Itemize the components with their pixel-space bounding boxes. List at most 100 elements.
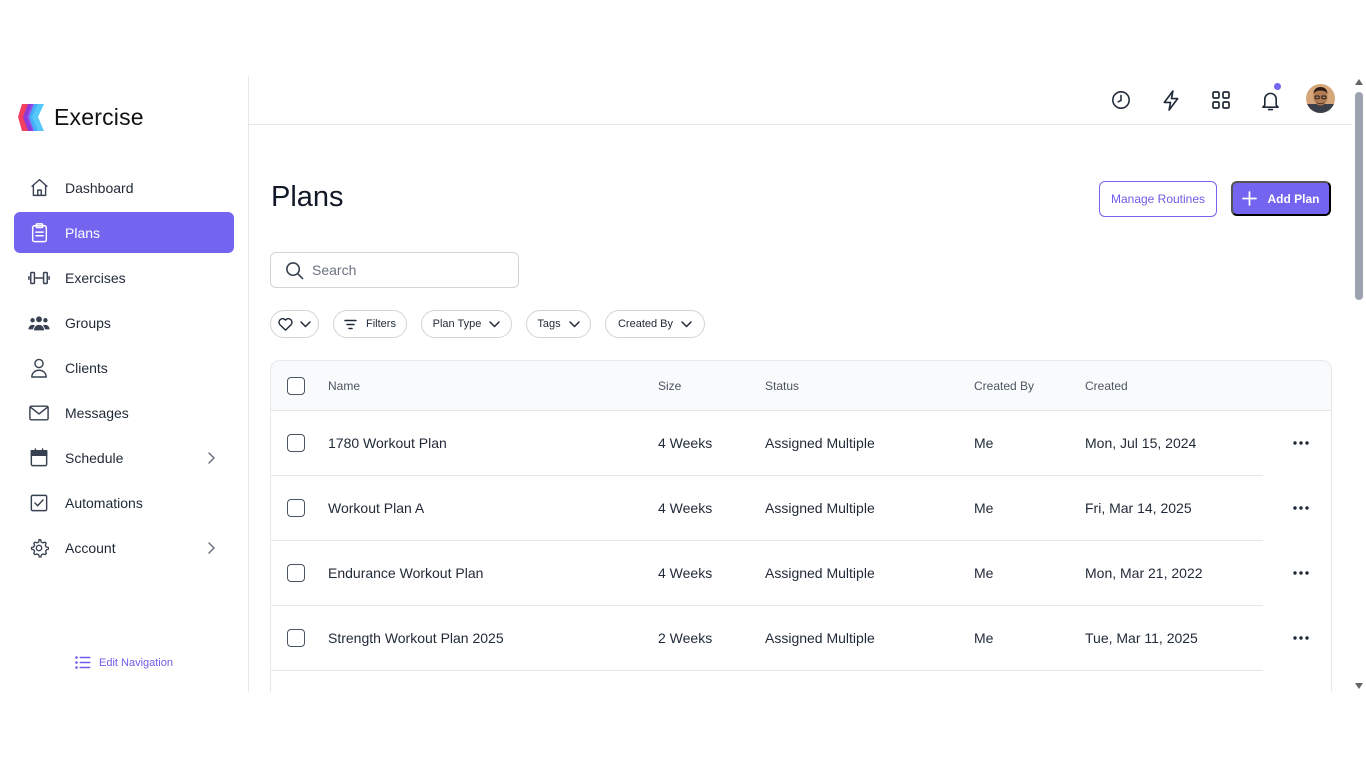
notification-dot [1274, 83, 1281, 90]
more-options-icon[interactable] [1290, 563, 1312, 583]
sidebar-item-exercises[interactable]: Exercises [14, 257, 234, 298]
sidebar-item-label: Automations [65, 494, 143, 511]
gear-icon [28, 537, 50, 559]
plan-created-by: Me [974, 630, 994, 646]
heart-icon [278, 317, 293, 331]
plan-created-date: Tue, Mar 11, 2025 [1085, 630, 1198, 646]
plan-created-date: Fri, Mar 14, 2025 [1085, 500, 1192, 516]
plan-created-by: Me [974, 565, 994, 581]
filter-lines-icon [344, 319, 357, 329]
brand[interactable]: Exercise [18, 103, 144, 132]
sidebar-item-clients[interactable]: Clients [14, 347, 234, 388]
column-header-size[interactable]: Size [658, 379, 681, 393]
plan-name[interactable]: Workout Plan A [328, 500, 424, 516]
home-icon [28, 177, 50, 199]
row-checkbox[interactable] [287, 499, 305, 517]
sidebar-item-automations[interactable]: Automations [14, 482, 234, 523]
main-content: Plans Manage Routines Add Plan Filters P… [249, 125, 1352, 692]
sidebar-item-label: Account [65, 539, 116, 556]
chevron-down-icon [681, 320, 692, 327]
search-box [270, 252, 519, 288]
sidebar-item-dashboard[interactable]: Dashboard [14, 167, 234, 208]
users-icon [28, 312, 50, 334]
sidebar-item-label: Schedule [65, 449, 124, 466]
created-by-label: Created By [617, 318, 674, 330]
search-icon [286, 261, 304, 279]
plan-type-dropdown[interactable]: Plan Type [421, 310, 512, 338]
plan-size: 4 Weeks [658, 500, 713, 516]
table-header: Name Size Status Created By Created [271, 361, 1331, 411]
more-options-icon[interactable] [1290, 498, 1312, 518]
row-checkbox[interactable] [287, 564, 305, 582]
tags-dropdown[interactable]: Tags [526, 310, 591, 338]
table-row[interactable]: Workout Plan A 4 Weeks Assigned Multiple… [271, 476, 1331, 541]
sidebar-item-messages[interactable]: Messages [14, 392, 234, 433]
plan-name[interactable]: 1780 Workout Plan [328, 435, 447, 451]
bell-icon[interactable] [1258, 83, 1282, 112]
scroll-down-arrow-icon[interactable] [1355, 683, 1363, 689]
plan-created-date: Mon, Jul 15, 2024 [1085, 435, 1197, 451]
sidebar-item-groups[interactable]: Groups [14, 302, 234, 343]
table-row[interactable]: 1780 Workout Plan 4 Weeks Assigned Multi… [271, 411, 1331, 476]
mail-icon [28, 402, 50, 424]
plan-name[interactable]: Endurance Workout Plan [328, 565, 483, 581]
add-plan-button[interactable]: Add Plan [1231, 181, 1331, 216]
edit-navigation-link[interactable]: Edit Navigation [75, 656, 173, 669]
topbar [249, 76, 1352, 125]
sidebar-item-account[interactable]: Account [14, 527, 234, 568]
chevron-right-icon [208, 542, 215, 554]
plan-created-by: Me [974, 435, 994, 451]
edit-navigation-label: Edit Navigation [99, 656, 173, 669]
user-icon [28, 357, 50, 379]
app-window: Exercise Dashboard Plans Exercises Group… [0, 76, 1366, 692]
sidebar-item-schedule[interactable]: Schedule [14, 437, 234, 478]
column-header-created[interactable]: Created [1085, 379, 1128, 393]
more-options-icon[interactable] [1290, 433, 1312, 453]
plan-created-by: Me [974, 500, 994, 516]
avatar[interactable] [1306, 84, 1335, 113]
plan-size: 2 Weeks [658, 630, 713, 646]
clipboard-icon [28, 222, 50, 244]
filters-label: Filters [366, 318, 396, 330]
lightning-icon[interactable] [1159, 88, 1183, 112]
sidebar-item-label: Dashboard [65, 179, 134, 196]
select-all-checkbox[interactable] [287, 377, 305, 395]
scroll-up-arrow-icon[interactable] [1355, 79, 1363, 85]
manage-routines-button[interactable]: Manage Routines [1099, 181, 1217, 217]
search-input[interactable] [312, 262, 502, 278]
plan-size: 4 Weeks [658, 435, 713, 451]
row-checkbox[interactable] [287, 434, 305, 452]
clock-icon[interactable] [1109, 88, 1133, 112]
column-header-name[interactable]: Name [328, 379, 360, 393]
table-row[interactable] [271, 671, 1331, 692]
plan-name[interactable]: Strength Workout Plan 2025 [328, 630, 504, 646]
chevron-down-icon [300, 320, 311, 327]
filters-button[interactable]: Filters [333, 310, 407, 338]
scroll-thumb[interactable] [1355, 92, 1363, 300]
plan-status: Assigned Multiple [765, 630, 875, 646]
column-header-status[interactable]: Status [765, 379, 799, 393]
column-header-created-by[interactable]: Created By [974, 379, 1034, 393]
plan-created-date: Mon, Mar 21, 2022 [1085, 565, 1203, 581]
created-by-dropdown[interactable]: Created By [605, 310, 705, 338]
sidebar-item-label: Clients [65, 359, 108, 376]
check-square-icon [28, 492, 50, 514]
sidebar-item-plans[interactable]: Plans [14, 212, 234, 253]
plan-status: Assigned Multiple [765, 435, 875, 451]
row-checkbox[interactable] [287, 629, 305, 647]
list-icon [75, 656, 91, 669]
more-options-icon[interactable] [1290, 628, 1312, 648]
brand-name: Exercise [54, 104, 144, 130]
favorites-filter-dropdown[interactable] [270, 310, 319, 338]
table-row[interactable]: Strength Workout Plan 2025 2 Weeks Assig… [271, 606, 1331, 671]
sidebar-item-label: Exercises [65, 269, 126, 286]
apps-grid-icon[interactable] [1209, 88, 1233, 112]
plan-type-label: Plan Type [432, 318, 482, 330]
plan-size: 4 Weeks [658, 565, 713, 581]
page-title: Plans [271, 181, 344, 213]
plans-table: Name Size Status Created By Created 1780… [270, 360, 1332, 692]
table-row[interactable]: Endurance Workout Plan 4 Weeks Assigned … [271, 541, 1331, 606]
chevron-down-icon [489, 320, 501, 327]
chevron-right-icon [208, 452, 215, 464]
page-scrollbar[interactable] [1352, 76, 1366, 692]
